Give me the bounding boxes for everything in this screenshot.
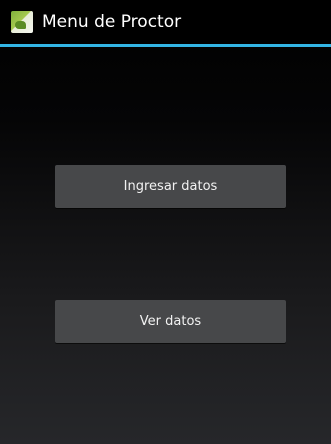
ingresar-datos-button[interactable]: Ingresar datos xyxy=(55,165,286,208)
app-launcher-icon xyxy=(11,11,33,33)
ver-datos-label: Ver datos xyxy=(139,314,202,329)
app-title: Menu de Proctor xyxy=(42,12,182,32)
ver-datos-button[interactable]: Ver datos xyxy=(55,300,286,343)
action-bar: Menu de Proctor xyxy=(0,0,331,44)
leaf-icon xyxy=(15,21,26,29)
action-bar-divider xyxy=(0,44,331,47)
app-screen: Menu de Proctor Ingresar datos Ver datos xyxy=(0,0,331,444)
ingresar-datos-label: Ingresar datos xyxy=(123,179,218,194)
